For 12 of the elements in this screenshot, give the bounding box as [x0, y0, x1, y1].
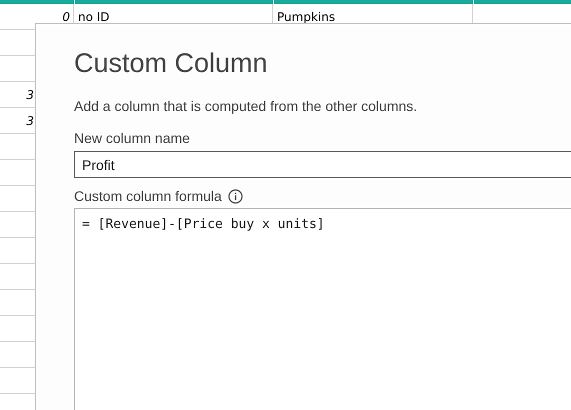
dialog-title: Custom Column [74, 48, 269, 79]
row-number: 0 [62, 10, 71, 24]
dialog-description: Add a column that is computed from the other columns. [74, 98, 418, 114]
info-icon[interactable] [228, 188, 243, 204]
field-label: Custom column formula [74, 188, 222, 204]
field-label: New column name [74, 130, 190, 146]
table-cell: Pumpkins [277, 10, 336, 24]
row-number: 3 [25, 114, 34, 128]
row-number: 3 [25, 88, 34, 102]
column-name-field[interactable]: Profit [74, 151, 571, 178]
formula-editor[interactable]: = [Revenue]-[Price buy x units] [74, 208, 571, 410]
table-cell: no ID [78, 10, 110, 24]
